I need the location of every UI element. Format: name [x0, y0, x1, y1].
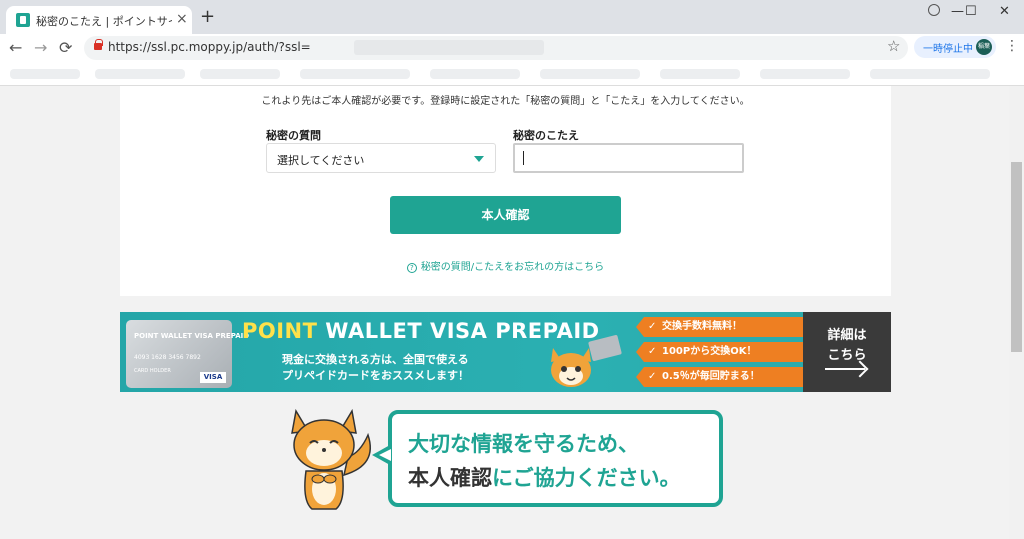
auth-panel: これより先はご本人確認が必要です。登録時に設定された「秘密の質問」と「こたえ」を… — [120, 86, 891, 296]
feature-ribbon-3: ✓ 0.5％が毎回貯まる！ — [636, 367, 806, 387]
page-scrollbar[interactable] — [1009, 86, 1024, 539]
detail-line2: こちら — [827, 348, 867, 363]
text-caret — [523, 151, 524, 165]
squirrel-mascot-icon — [551, 348, 591, 387]
bookmark-star-icon[interactable]: ☆ — [887, 37, 900, 55]
bookmark-item[interactable] — [200, 69, 280, 79]
bubble-line1: 大切な情報を守るため、 — [408, 432, 639, 456]
bookmarks-bar — [0, 62, 1024, 86]
address-bar[interactable]: https://ssl.pc.moppy.jp/auth/?ssl= — [84, 36, 908, 60]
tab-search-icon[interactable] — [928, 4, 940, 16]
bookmark-item[interactable] — [760, 69, 850, 79]
card-holder-text: CARD HOLDER — [134, 368, 171, 374]
maximize-button[interactable]: ☐ — [965, 4, 977, 20]
minimize-button[interactable]: — — [951, 4, 964, 20]
check-icon: ✓ — [648, 371, 657, 382]
identity-confirm-button[interactable]: 本人確認 — [390, 196, 621, 234]
feature-ribbon-1: ✓ 交換手数料無料！ — [636, 317, 806, 337]
scrollbar-thumb[interactable] — [1011, 162, 1022, 352]
browser-toolbar: ← → ⟳ https://ssl.pc.moppy.jp/auth/?ssl= — [0, 34, 1024, 62]
tab-title: 秘密のこたえ | ポイントサイトでお小遣 — [36, 15, 172, 28]
bookmark-item[interactable] — [430, 69, 520, 79]
card-brand-text: POINT WALLET VISA PREPAID — [134, 332, 250, 340]
auth-intro-text: これより先はご本人確認が必要です。登録時に設定された「秘密の質問」と「こたえ」を… — [261, 96, 750, 107]
bookmark-item[interactable] — [540, 69, 640, 79]
secret-answer-input[interactable] — [513, 143, 744, 173]
forgot-secret-link[interactable]: ? 秘密の質問/こたえをお忘れの方はこちら — [120, 258, 891, 273]
speech-bubble: 大切な情報を守るため、 本人確認にご協力ください。 — [388, 410, 723, 507]
tab-close-icon[interactable]: × — [176, 11, 188, 27]
bookmark-item[interactable] — [870, 69, 990, 79]
feature-text: 100Pから交換OK！ — [662, 346, 757, 357]
browser-tab[interactable]: 秘密のこたえ | ポイントサイトでお小遣 × — [6, 6, 192, 34]
secret-question-label: 秘密の質問 — [266, 129, 321, 142]
squirrel-mascot-icon — [291, 408, 371, 510]
check-icon: ✓ — [648, 346, 657, 357]
bookmark-item[interactable] — [660, 69, 740, 79]
prepaid-card-image: POINT WALLET VISA PREPAID 4093 1628 3456… — [126, 320, 249, 388]
bookmark-item[interactable] — [10, 69, 80, 79]
secret-question-selected: 選択してください — [277, 154, 365, 167]
browser-menu-icon[interactable]: ⋮ — [1005, 38, 1019, 54]
bookmark-item[interactable] — [95, 69, 185, 79]
feature-ribbon-2: ✓ 100Pから交換OK！ — [636, 342, 806, 362]
forward-button[interactable]: → — [34, 39, 47, 57]
secret-question-select[interactable]: 選択してください — [266, 143, 496, 173]
chevron-down-icon — [474, 156, 484, 162]
check-icon: ✓ — [648, 321, 657, 332]
secret-answer-label: 秘密のこたえ — [513, 129, 579, 142]
new-tab-button[interactable]: + — [200, 8, 215, 26]
banner-subtitle-line1: 現金に交換される方は、全国で使える — [282, 353, 469, 366]
arrow-right-icon — [825, 368, 865, 370]
lock-icon[interactable] — [94, 39, 103, 50]
close-window-button[interactable]: ✕ — [999, 4, 1010, 20]
banner-subtitle-line2: プリペイドカードをおススメします！ — [282, 369, 469, 382]
sync-status-text: 一時停止中 — [923, 44, 973, 55]
banner-subtitle: 現金に交換される方は、全国で使える プリペイドカードをおススメします！ — [282, 352, 469, 384]
detail-line1: 詳細は — [827, 328, 867, 343]
bubble-line2-emphasis: 本人確認 — [408, 466, 492, 490]
visa-logo: VISA — [200, 372, 226, 383]
reload-button[interactable]: ⟳ — [59, 39, 72, 57]
sync-paused-chip[interactable]: 一時停止中 稲葉 — [914, 36, 996, 58]
bubble-line2: 本人確認にご協力ください。 — [408, 462, 681, 492]
url-text[interactable]: https://ssl.pc.moppy.jp/auth/?ssl= — [108, 40, 311, 54]
feature-text: 0.5％が毎回貯まる！ — [662, 371, 760, 382]
tab-strip: 秘密のこたえ | ポイントサイトでお小遣 × + — ☐ ✕ — [0, 0, 1024, 34]
url-redaction — [354, 40, 544, 55]
bubble-line2-rest: にご協力ください。 — [492, 466, 681, 490]
feature-text: 交換手数料無料！ — [662, 321, 742, 332]
banner-detail-button[interactable]: 詳細は こちら — [803, 312, 891, 392]
back-button[interactable]: ← — [9, 39, 22, 57]
bookmark-item[interactable] — [300, 69, 410, 79]
card-number-text: 4093 1628 3456 7892 — [134, 354, 201, 361]
speech-bubble-tail-inner — [379, 449, 391, 461]
site-favicon-icon — [16, 13, 30, 27]
point-wallet-banner[interactable]: POINT WALLET VISA PREPAID 4093 1628 3456… — [120, 312, 891, 392]
forgot-secret-link-text[interactable]: 秘密の質問/こたえをお忘れの方はこちら — [421, 262, 604, 273]
question-circle-icon: ? — [406, 263, 417, 273]
banner-title-accent: POINT — [242, 319, 318, 343]
profile-avatar[interactable]: 稲葉 — [976, 39, 992, 55]
